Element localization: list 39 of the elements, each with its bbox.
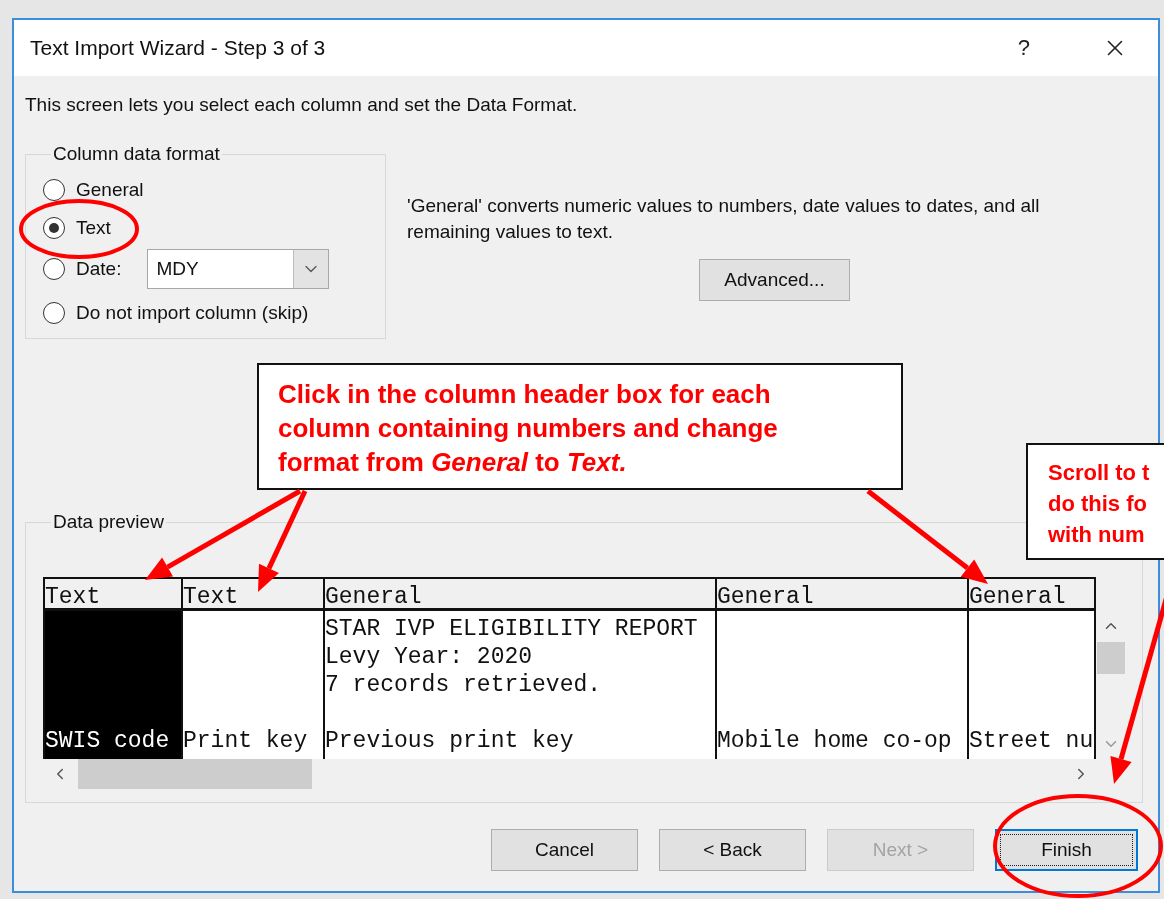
- radio-label[interactable]: Date:: [76, 258, 122, 280]
- column-body[interactable]: STAR IVP ELIGIBILITY REPORT Levy Year: 2020 7 records retrieved. Previous print key: [325, 611, 715, 759]
- radio-label[interactable]: Do not import column (skip): [76, 302, 309, 324]
- help-button[interactable]: ?: [1017, 35, 1030, 61]
- column-header[interactable]: Text: [183, 577, 323, 611]
- dialog-button[interactable]: Finish: [995, 829, 1138, 871]
- window-title: Text Import Wizard - Step 3 of 3: [30, 36, 327, 60]
- description-text: 'General' converts numeric values to numbers, date values to dates, and all remaining values to text.: [407, 194, 1041, 244]
- radio-label[interactable]: General: [76, 179, 144, 201]
- table-cell: Street nu: [969, 727, 1094, 755]
- column-body[interactable]: Mobile home co-op: [717, 611, 967, 759]
- dialog-button[interactable]: Cancel: [491, 829, 638, 871]
- callout-text: column containing numbers and change: [278, 412, 779, 445]
- group-label: Column data format: [52, 143, 221, 165]
- table-cell-text: Levy Year: 2020: [325, 643, 534, 671]
- column-body[interactable]: Print key: [183, 611, 323, 759]
- column-header[interactable]: Text: [45, 577, 181, 611]
- column-header[interactable]: General: [717, 577, 967, 611]
- callout-text: do this fo: [1048, 490, 1148, 518]
- column-header[interactable]: General: [969, 577, 1094, 611]
- dialog-button[interactable]: < Back: [659, 829, 806, 871]
- column-body[interactable]: Street nu: [969, 611, 1094, 759]
- callout-text: with num: [1048, 521, 1146, 549]
- table-cell-text: Mobile home co-op: [717, 727, 953, 755]
- date-format-dropdown[interactable]: MDY: [147, 249, 330, 289]
- group-label: Data preview: [52, 511, 165, 533]
- instruction-text: This screen lets you select each column and set the Data Format.: [25, 94, 579, 116]
- advanced-button[interactable]: Advanced...: [699, 259, 850, 301]
- callout-text: format from General to Text.: [278, 446, 628, 479]
- table-cell-text: Print key: [183, 727, 309, 755]
- column-header[interactable]: General: [325, 577, 715, 611]
- callout-text: Scroll to t: [1048, 459, 1151, 487]
- callout-text: Click in the column header box for each: [278, 378, 772, 411]
- column-body[interactable]: SWIS code: [45, 611, 181, 759]
- table-cell-text: 7 records retrieved.: [325, 671, 603, 699]
- table-cell-text: SWIS code: [45, 727, 171, 755]
- table-cell-text: STAR IVP ELIGIBILITY REPORT: [325, 615, 699, 643]
- radio-label[interactable]: Text: [76, 217, 111, 239]
- table-cell-text: Previous print key: [325, 727, 575, 755]
